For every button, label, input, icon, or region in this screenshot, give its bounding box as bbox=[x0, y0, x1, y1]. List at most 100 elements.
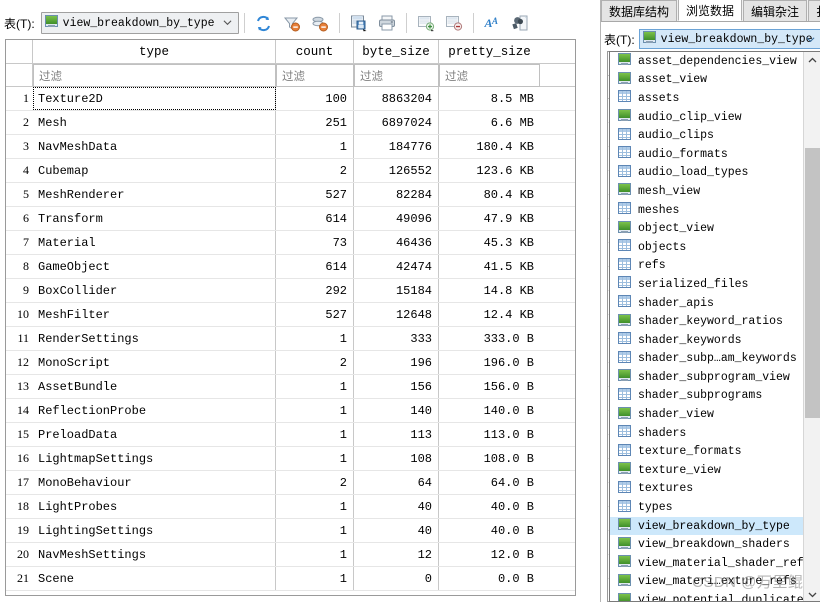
cell-pretty_size[interactable]: 12.4 KB bbox=[439, 303, 540, 326]
table-row[interactable]: 3 NavMeshData 1 184776 180.4 KB bbox=[6, 135, 575, 159]
cell-byte_size[interactable]: 46436 bbox=[354, 231, 439, 254]
table-row[interactable]: 13 AssetBundle 1 156 156.0 B bbox=[6, 375, 575, 399]
scroll-up-button[interactable] bbox=[804, 52, 820, 69]
tab-1[interactable]: 浏览数据 bbox=[678, 0, 743, 21]
table-row[interactable]: 20 NavMeshSettings 1 12 12.0 B bbox=[6, 543, 575, 567]
filter-input-count[interactable]: 过滤 bbox=[276, 64, 354, 87]
table-row[interactable]: 8 GameObject 614 42474 41.5 KB bbox=[6, 255, 575, 279]
cell-pretty_size[interactable]: 113.0 B bbox=[439, 423, 540, 446]
cell-type[interactable]: RenderSettings bbox=[33, 327, 276, 350]
cell-count[interactable]: 1 bbox=[276, 423, 354, 446]
cell-byte_size[interactable]: 40 bbox=[354, 519, 439, 542]
table-row[interactable]: 5 MeshRenderer 527 82284 80.4 KB bbox=[6, 183, 575, 207]
dropdown-item[interactable]: audio_load_types bbox=[610, 164, 804, 183]
cell-byte_size[interactable]: 126552 bbox=[354, 159, 439, 182]
cell-type[interactable]: MeshRenderer bbox=[33, 183, 276, 206]
cell-type[interactable]: MonoBehaviour bbox=[33, 471, 276, 494]
table-row[interactable]: 18 LightProbes 1 40 40.0 B bbox=[6, 495, 575, 519]
cell-type[interactable]: NavMeshData bbox=[33, 135, 276, 158]
cell-pretty_size[interactable]: 0.0 B bbox=[439, 567, 540, 590]
cell-count[interactable]: 1 bbox=[276, 543, 354, 566]
cell-pretty_size[interactable]: 40.0 B bbox=[439, 519, 540, 542]
dropdown-item[interactable]: objects bbox=[610, 238, 804, 257]
cell-pretty_size[interactable]: 196.0 B bbox=[439, 351, 540, 374]
table-row[interactable]: 9 BoxCollider 292 15184 14.8 KB bbox=[6, 279, 575, 303]
dropdown-item[interactable]: view_breakdown_by_type bbox=[610, 516, 804, 536]
tab-2[interactable]: 编辑杂注 bbox=[743, 0, 808, 21]
table-select-combo[interactable]: view_breakdown_by_type bbox=[40, 12, 239, 34]
cell-byte_size[interactable]: 8863204 bbox=[354, 87, 439, 110]
cell-count[interactable]: 527 bbox=[276, 183, 354, 206]
cell-byte_size[interactable]: 12 bbox=[354, 543, 439, 566]
scrollbar-thumb[interactable] bbox=[805, 148, 820, 418]
dropdown-item[interactable]: audio_clips bbox=[610, 126, 804, 145]
cell-pretty_size[interactable]: 80.4 KB bbox=[439, 183, 540, 206]
right-table-select-combo[interactable]: view_breakdown_by_type bbox=[638, 29, 820, 49]
dropdown-item[interactable]: shader_keyword_ratios bbox=[610, 312, 804, 331]
cell-byte_size[interactable]: 40 bbox=[354, 495, 439, 518]
cell-count[interactable]: 1 bbox=[276, 399, 354, 422]
filter-input-byte_size[interactable]: 过滤 bbox=[354, 64, 439, 87]
cell-type[interactable]: GameObject bbox=[33, 255, 276, 278]
table-row[interactable]: 7 Material 73 46436 45.3 KB bbox=[6, 231, 575, 255]
cell-type[interactable]: Material bbox=[33, 231, 276, 254]
cell-byte_size[interactable]: 184776 bbox=[354, 135, 439, 158]
cell-type[interactable]: Transform bbox=[33, 207, 276, 230]
cell-byte_size[interactable]: 6897024 bbox=[354, 111, 439, 134]
results-grid[interactable]: type count byte_size pretty_size 过滤 过滤 过… bbox=[5, 39, 576, 596]
cell-count[interactable]: 2 bbox=[276, 351, 354, 374]
cell-pretty_size[interactable]: 8.5 MB bbox=[439, 87, 540, 110]
chevron-down-icon[interactable] bbox=[806, 35, 815, 44]
cell-type[interactable]: Scene bbox=[33, 567, 276, 590]
table-row[interactable]: 11 RenderSettings 1 333 333.0 B bbox=[6, 327, 575, 351]
table-row[interactable]: 10 MeshFilter 527 12648 12.4 KB bbox=[6, 303, 575, 327]
cell-byte_size[interactable]: 49096 bbox=[354, 207, 439, 230]
cell-count[interactable]: 73 bbox=[276, 231, 354, 254]
cell-pretty_size[interactable]: 64.0 B bbox=[439, 471, 540, 494]
cell-byte_size[interactable]: 12648 bbox=[354, 303, 439, 326]
font-button[interactable]: A A bbox=[480, 11, 506, 35]
table-dropdown-list[interactable]: asset_dependencies_view asset_view assets a… bbox=[609, 51, 820, 602]
dropdown-item[interactable]: shader_subp…am_keywords bbox=[610, 350, 804, 369]
dropdown-item[interactable]: mesh_view bbox=[610, 182, 804, 201]
dropdown-scrollbar[interactable] bbox=[803, 52, 820, 601]
cell-type[interactable]: Mesh bbox=[33, 111, 276, 134]
dropdown-item[interactable]: shader_keywords bbox=[610, 331, 804, 350]
save-record-button[interactable] bbox=[346, 11, 372, 35]
cell-pretty_size[interactable]: 180.4 KB bbox=[439, 135, 540, 158]
dropdown-item[interactable]: shaders bbox=[610, 424, 804, 443]
insert-record-button[interactable] bbox=[413, 11, 439, 35]
table-row[interactable]: 4 Cubemap 2 126552 123.6 KB bbox=[6, 159, 575, 183]
cell-pretty_size[interactable]: 333.0 B bbox=[439, 327, 540, 350]
cell-count[interactable]: 2 bbox=[276, 471, 354, 494]
tab-0[interactable]: 数据库结构 bbox=[601, 0, 678, 21]
clear-filter-button[interactable] bbox=[279, 11, 305, 35]
dropdown-item[interactable]: shader_subprograms bbox=[610, 387, 804, 406]
cell-byte_size[interactable]: 113 bbox=[354, 423, 439, 446]
cell-type[interactable]: ReflectionProbe bbox=[33, 399, 276, 422]
cell-pretty_size[interactable]: 156.0 B bbox=[439, 375, 540, 398]
dropdown-item[interactable]: audio_clip_view bbox=[610, 108, 804, 127]
cell-pretty_size[interactable]: 45.3 KB bbox=[439, 231, 540, 254]
cell-pretty_size[interactable]: 108.0 B bbox=[439, 447, 540, 470]
cell-pretty_size[interactable]: 140.0 B bbox=[439, 399, 540, 422]
cell-pretty_size[interactable]: 123.6 KB bbox=[439, 159, 540, 182]
table-row[interactable]: 16 LightmapSettings 1 108 108.0 B bbox=[6, 447, 575, 471]
cell-count[interactable]: 292 bbox=[276, 279, 354, 302]
cell-byte_size[interactable]: 156 bbox=[354, 375, 439, 398]
cell-count[interactable]: 614 bbox=[276, 207, 354, 230]
cell-count[interactable]: 1 bbox=[276, 495, 354, 518]
table-row[interactable]: 19 LightingSettings 1 40 40.0 B bbox=[6, 519, 575, 543]
column-header-type[interactable]: type bbox=[33, 40, 276, 63]
cell-count[interactable]: 2 bbox=[276, 159, 354, 182]
table-row[interactable]: 15 PreloadData 1 113 113.0 B bbox=[6, 423, 575, 447]
cell-pretty_size[interactable]: 12.0 B bbox=[439, 543, 540, 566]
cell-count[interactable]: 1 bbox=[276, 327, 354, 350]
filter-input-type[interactable]: 过滤 bbox=[33, 64, 276, 87]
dropdown-item[interactable]: texture_formats bbox=[610, 442, 804, 461]
cell-count[interactable]: 527 bbox=[276, 303, 354, 326]
dropdown-item[interactable]: view_material_shader_refs bbox=[610, 554, 804, 573]
cell-type[interactable]: LightingSettings bbox=[33, 519, 276, 542]
table-row[interactable]: 12 MonoScript 2 196 196.0 B bbox=[6, 351, 575, 375]
dropdown-item[interactable]: shader_subprogram_view bbox=[610, 368, 804, 387]
